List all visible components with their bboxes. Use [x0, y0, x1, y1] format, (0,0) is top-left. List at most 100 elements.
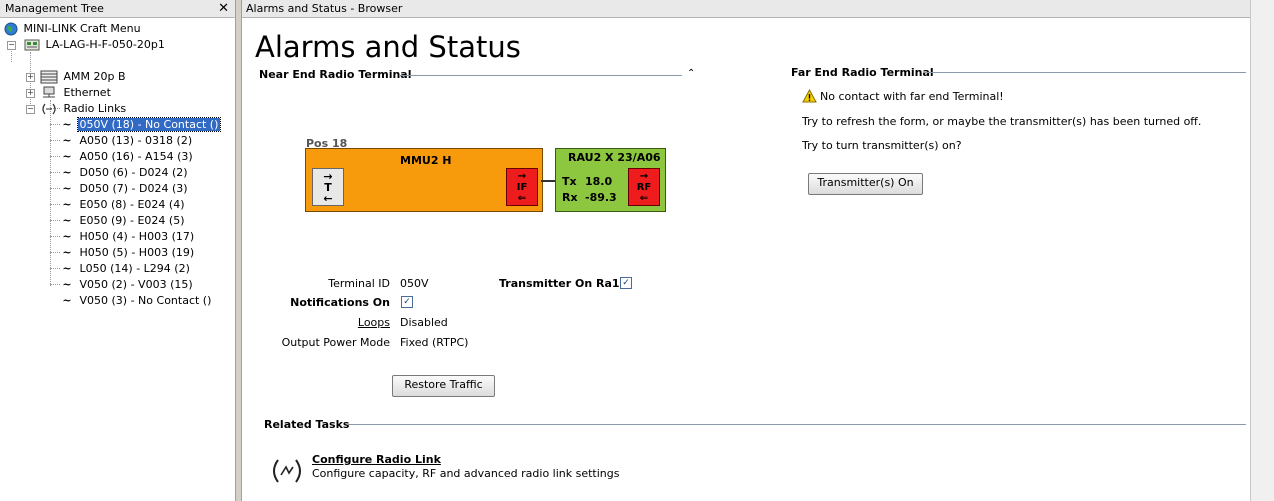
rf-label: RF [636, 182, 652, 193]
mmu-label: MMU2 H [400, 154, 452, 167]
tree-item-label: V050 (2) - V003 (15) [79, 278, 193, 291]
tree-line [50, 100, 51, 286]
notifications-checkbox[interactable]: ✓ [401, 296, 413, 308]
configure-radio-link-icon[interactable] [269, 457, 305, 485]
tree-item-radio-link[interactable]: ~ D050 (7) - D024 (3) [60, 181, 190, 196]
tree-line [50, 156, 60, 157]
tree-item-ethernet[interactable]: Ethernet [40, 85, 113, 100]
rx-label: Rx [562, 191, 578, 204]
far-end-hint-refresh: Try to refresh the form, or maybe the tr… [802, 115, 1202, 128]
browser-title: Alarms and Status - Browser [246, 2, 403, 15]
tree-item-radio-link[interactable]: ~ V050 (2) - V003 (15) [60, 277, 195, 292]
transmitter-on-checkbox[interactable]: ✓ [620, 277, 632, 289]
tree-item-radio-link[interactable]: ~ A050 (16) - A154 (3) [60, 149, 195, 164]
loops-link[interactable]: Loops [358, 316, 390, 329]
output-power-label: Output Power Mode [281, 336, 390, 349]
tree-item-label: LA-LAG-H-F-050-20p1 [45, 38, 165, 51]
tree-line [50, 172, 60, 173]
if-label: IF [516, 182, 528, 193]
tree-line [50, 236, 60, 237]
tree-item-label: 050V (18) - No Contact () [76, 117, 222, 132]
far-end-hint-turn-on: Try to turn transmitter(s) on? [802, 139, 962, 152]
output-power-value: Fixed (RTPC) [400, 336, 469, 349]
radio-link-icon: ~ [62, 278, 72, 291]
mmu-rau-connector [541, 180, 555, 182]
tree-item-radio-link[interactable]: ~ D050 (6) - D024 (2) [60, 165, 190, 180]
radio-link-icon: ~ [62, 198, 72, 211]
rx-value: -89.3 [585, 191, 617, 204]
tree-item-label: L050 (14) - L294 (2) [79, 262, 190, 275]
rack-icon [40, 70, 58, 84]
configure-radio-link-description: Configure capacity, RF and advanced radi… [312, 467, 620, 480]
tree-item-radio-links[interactable]: Radio Links [40, 101, 128, 116]
tree-item-radio-link[interactable]: ~ L050 (14) - L294 (2) [60, 261, 192, 276]
tree-item-label: A050 (16) - A154 (3) [79, 150, 193, 163]
radio-links-icon [42, 103, 56, 115]
traffic-unit-icon[interactable]: → T ← [312, 168, 344, 206]
network-element-icon [24, 39, 40, 51]
tree-line [50, 268, 60, 269]
tree-line [50, 252, 60, 253]
expand-icon[interactable]: + [26, 89, 35, 98]
notifications-label: Notifications On [290, 296, 390, 309]
tree-item-radio-link[interactable]: ~ V050 (3) - No Contact () [60, 293, 213, 308]
tree-item-label: D050 (6) - D024 (2) [79, 166, 188, 179]
close-icon[interactable]: ✕ [218, 0, 229, 17]
section-divider [923, 72, 1246, 73]
browser-titlebar: Alarms and Status - Browser [242, 0, 1252, 18]
tree-item-label: H050 (5) - H003 (19) [79, 246, 195, 259]
related-tasks-heading: Related Tasks [264, 418, 350, 431]
management-tree-pane: Management Tree ✕ MINI-LINK Craft Menu − [0, 0, 236, 501]
tree-item-label: MINI-LINK Craft Menu [23, 22, 141, 35]
tree-item-amm[interactable]: AMM 20p B [40, 69, 128, 84]
tree-item-radio-link[interactable]: ~ A050 (13) - 0318 (2) [60, 133, 194, 148]
globe-icon [4, 22, 18, 36]
tree-line [50, 140, 60, 141]
tree-item-label: AMM 20p B [63, 70, 126, 83]
tree-item-label: A050 (13) - 0318 (2) [79, 134, 193, 147]
tree-item-radio-link[interactable]: ~ 050V (18) - No Contact () [60, 117, 222, 132]
vertical-scrollbar[interactable] [1250, 0, 1274, 501]
radio-link-icon: ~ [62, 246, 72, 259]
tree-line [50, 124, 60, 125]
terminal-id-label: Terminal ID [328, 277, 390, 290]
tree-item-craft-menu[interactable]: MINI-LINK Craft Menu [4, 21, 143, 36]
restore-traffic-button[interactable]: Restore Traffic [392, 375, 495, 397]
management-tree-titlebar: Management Tree ✕ [0, 0, 235, 18]
radio-link-icon: ~ [62, 214, 72, 227]
collapse-section-icon[interactable]: ⌃ [687, 68, 695, 79]
rau-label: RAU2 X 23/A06 [568, 151, 661, 164]
radio-link-icon: ~ [62, 134, 72, 147]
tree-line [50, 188, 60, 189]
tree-item-label: Ethernet [63, 86, 111, 99]
tx-label: Tx [562, 175, 577, 188]
tree-item-label: D050 (7) - D024 (3) [79, 182, 188, 195]
tree-item-radio-link[interactable]: ~ H050 (4) - H003 (17) [60, 229, 196, 244]
radio-link-icon: ~ [62, 150, 72, 163]
collapse-icon[interactable]: − [7, 41, 16, 50]
terminal-id-value: 050V [400, 277, 429, 290]
tree-item-radio-link[interactable]: ~ E050 (9) - E024 (5) [60, 213, 187, 228]
rf-alarm-icon[interactable]: → RF ⇐ [628, 168, 660, 206]
warning-icon [802, 89, 817, 103]
expand-icon[interactable]: + [26, 73, 35, 82]
far-end-heading: Far End Radio Terminal [791, 66, 934, 79]
page-title: Alarms and Status [255, 30, 521, 64]
tree-item-radio-link[interactable]: ~ E050 (8) - E024 (4) [60, 197, 187, 212]
radio-link-icon: ~ [62, 182, 72, 195]
transmitters-on-button[interactable]: Transmitter(s) On [808, 173, 923, 195]
near-end-heading: Near End Radio Terminal [259, 68, 412, 81]
if-alarm-icon[interactable]: → IF ⇐ [506, 168, 538, 206]
tree-item-label: E050 (8) - E024 (4) [79, 198, 185, 211]
far-end-warning: No contact with far end Terminal! [820, 90, 1004, 103]
radio-link-icon: ~ [62, 262, 72, 275]
collapse-icon[interactable]: − [26, 105, 35, 114]
tree-item-network-element[interactable]: LA-LAG-H-F-050-20p1 [24, 37, 167, 52]
transmitter-on-label: Transmitter On Ra1 [499, 277, 620, 290]
ethernet-icon [43, 86, 55, 98]
configure-radio-link-link[interactable]: Configure Radio Link [312, 453, 441, 466]
tree-line [11, 48, 12, 62]
tree-item-radio-link[interactable]: ~ H050 (5) - H003 (19) [60, 245, 196, 260]
tree-item-label: E050 (9) - E024 (5) [79, 214, 185, 227]
tree-item-label: V050 (3) - No Contact () [79, 294, 212, 307]
